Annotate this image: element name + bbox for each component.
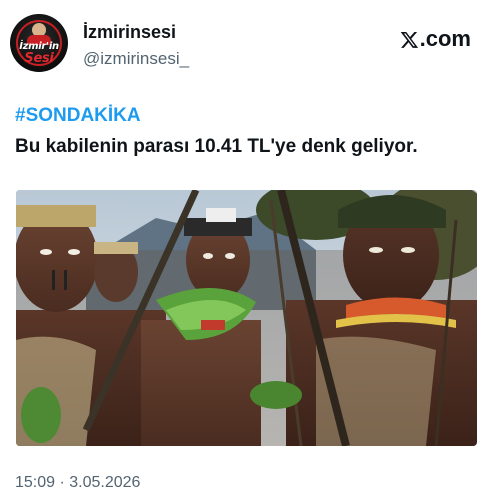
- x-logo-icon: [400, 31, 418, 48]
- platform-label: .com: [419, 26, 471, 51]
- author-names: İzmirinsesi @izmirinsesi_: [83, 21, 189, 70]
- tweet-header: İzmir'in Sesi İzmirinsesi @izmirinsesi_ …: [8, 12, 475, 74]
- hashtag-link[interactable]: #SONDAKİKA: [15, 105, 141, 127]
- tweet-text: Bu kabilenin parası 10.41 TL'ye denk gel…: [15, 136, 418, 157]
- avatar[interactable]: İzmir'in Sesi: [10, 14, 68, 72]
- tweet-timestamp[interactable]: 15:09 · 3.05.2026: [15, 474, 140, 492]
- tribe-photo-illustration: [16, 190, 477, 446]
- tweet-card: İzmir'in Sesi İzmirinsesi @izmirinsesi_ …: [0, 0, 491, 500]
- platform-badge: .com: [400, 26, 471, 52]
- tweet-photo[interactable]: [16, 190, 477, 446]
- user-handle[interactable]: @izmirinsesi_: [83, 48, 189, 70]
- display-name[interactable]: İzmirinsesi: [83, 21, 189, 43]
- avatar-logo-text-bottom: Sesi: [24, 51, 54, 66]
